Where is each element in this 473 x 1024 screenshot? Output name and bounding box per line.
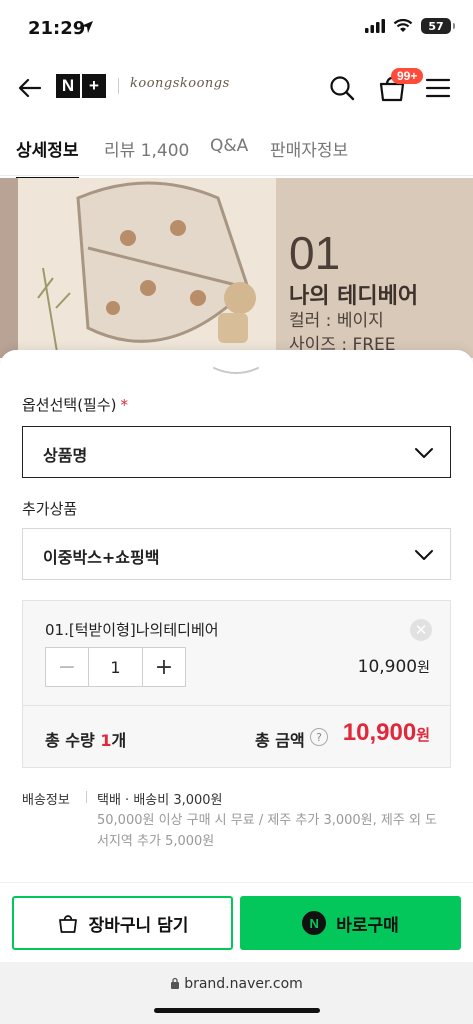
option-label: 옵션선택(필수) *	[22, 396, 129, 414]
lock-icon	[171, 977, 180, 989]
product-option-value: 상품명	[43, 446, 88, 465]
quantity-value[interactable]: 1	[88, 648, 143, 686]
shipping-fee: 택배 · 배송비 3,000원	[97, 793, 223, 808]
product-number: 01	[289, 227, 341, 279]
back-arrow-icon[interactable]	[16, 74, 44, 102]
product-option-select[interactable]: 상품명	[22, 426, 451, 478]
quantity-stepper: − 1 +	[45, 647, 186, 687]
status-bar: 21:29 57	[0, 0, 473, 58]
shopping-bag-icon	[58, 915, 77, 933]
browser-url-bar[interactable]: brand.naver.com	[0, 962, 473, 1024]
url-text: brand.naver.com	[0, 976, 473, 992]
tab-seller-info[interactable]: 판매자정보	[270, 136, 348, 161]
battery-icon: 57	[421, 18, 455, 34]
chevron-down-icon	[415, 448, 433, 458]
product-image	[0, 178, 473, 358]
shipping-note: 50,000원 이상 구매 시 무료 / 제주 추가 3,000원, 제주 외 …	[97, 813, 437, 849]
product-color: 컬러 : 베이지	[289, 311, 384, 331]
wifi-icon	[393, 19, 413, 32]
addon-label: 추가상품	[22, 500, 78, 518]
home-indicator	[154, 1008, 320, 1013]
increase-button[interactable]: +	[143, 648, 185, 686]
selected-item-name: 01.[턱받이형]나의테디베어	[45, 621, 219, 639]
logo-plus: +	[82, 74, 106, 98]
tab-detail[interactable]: 상세정보	[16, 136, 79, 179]
product-tabs: 상세정보 리뷰 1,400 Q&A 판매자정보	[0, 120, 473, 179]
nplus-logo[interactable]: N +	[56, 74, 106, 98]
add-to-cart-label: 장바구니 담기	[88, 915, 189, 936]
add-to-cart-button[interactable]: 장바구니 담기	[12, 896, 233, 950]
location-arrow-icon	[81, 21, 93, 33]
tab-qna[interactable]: Q&A	[210, 136, 248, 156]
addon-select[interactable]: 이중박스+쇼핑백	[22, 528, 451, 580]
total-amount-label: 총 금액	[255, 731, 305, 750]
hamburger-menu-icon[interactable]	[425, 76, 451, 100]
header: N + koongskoongs 99+	[0, 58, 473, 118]
product-photo	[18, 178, 276, 358]
sheet-collapse-chevron-icon[interactable]	[210, 364, 262, 378]
status-icons: 57	[365, 18, 455, 34]
cart-count-badge: 99+	[391, 68, 424, 84]
required-mark: *	[120, 396, 129, 414]
divider	[86, 791, 87, 803]
item-price: 10,900원	[357, 657, 430, 677]
total-amount: 10,900원	[342, 719, 430, 746]
status-time: 21:29	[28, 18, 86, 39]
addon-value: 이중박스+쇼핑백	[43, 548, 160, 567]
total-quantity: 총 수량 1개	[45, 731, 127, 750]
remove-item-icon[interactable]: ✕	[410, 619, 432, 641]
search-icon[interactable]	[328, 74, 356, 102]
decrease-button[interactable]: −	[46, 648, 88, 686]
brand-divider	[118, 78, 119, 94]
help-icon[interactable]: ?	[310, 728, 328, 746]
signal-icon	[365, 19, 385, 33]
buy-now-label: 바로구매	[336, 915, 399, 936]
divider	[23, 705, 450, 706]
shipping-label: 배송정보	[22, 793, 70, 808]
brand-name[interactable]: koongskoongs	[130, 76, 230, 91]
bib-illustration	[37, 181, 256, 358]
buy-now-button[interactable]: N 바로구매	[240, 896, 461, 950]
selected-item-box: 01.[턱받이형]나의테디베어 ✕ − 1 + 10,900원 총 수량 1개 …	[22, 600, 451, 768]
chevron-down-icon	[415, 550, 433, 560]
action-bar: 장바구니 담기 N 바로구매	[0, 882, 473, 962]
tab-reviews[interactable]: 리뷰 1,400	[104, 136, 189, 161]
logo-n: N	[56, 74, 80, 98]
naver-pay-icon: N	[302, 911, 327, 935]
